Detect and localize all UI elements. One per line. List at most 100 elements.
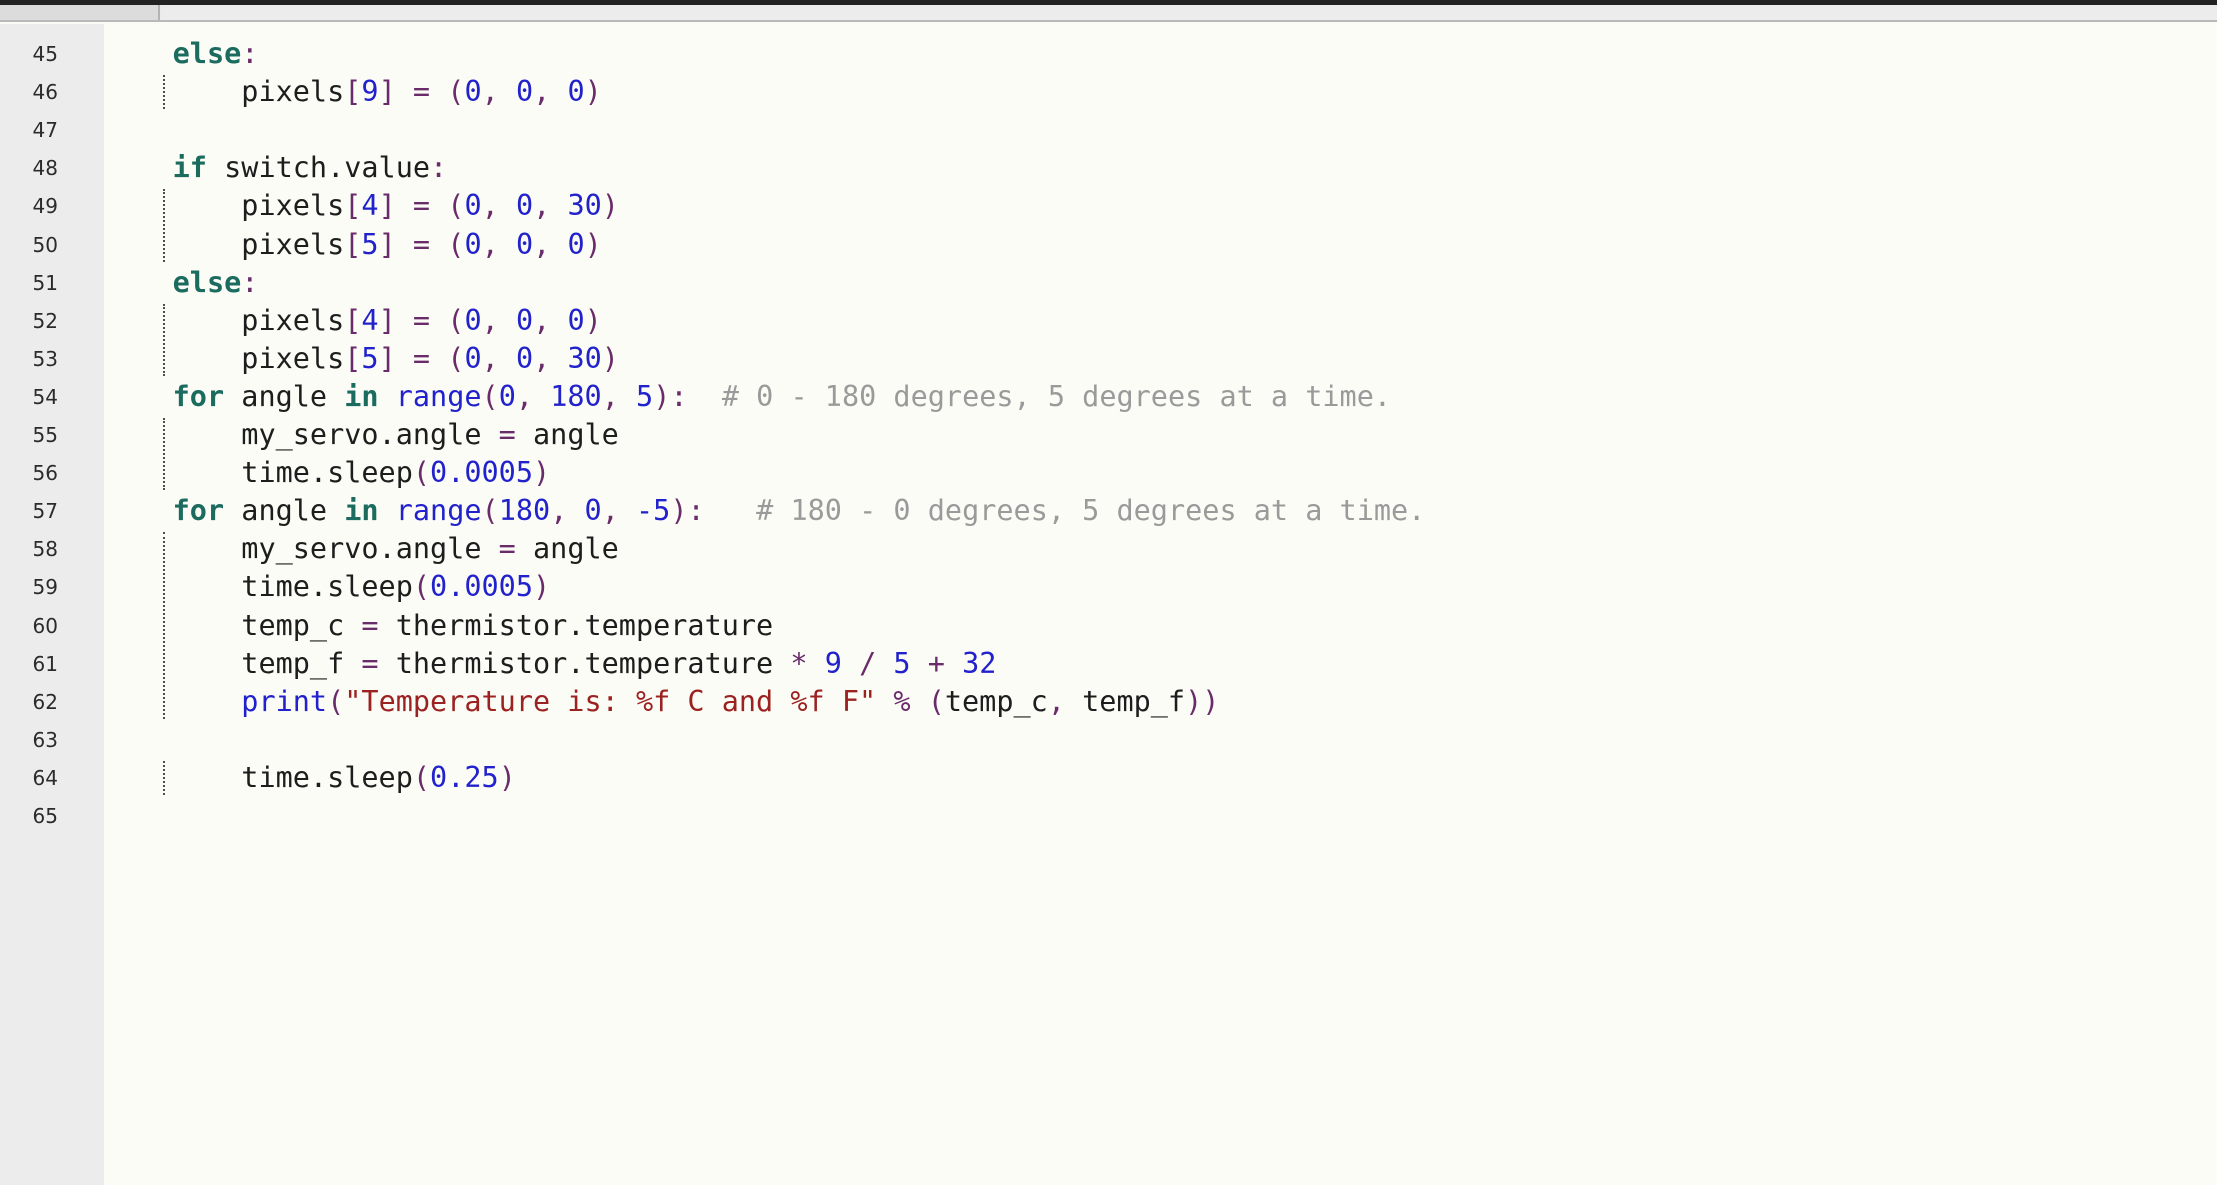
code-line[interactable]: 47 [0, 111, 2217, 149]
code-line[interactable]: 51 else: [0, 264, 2217, 302]
token-op: , [601, 494, 637, 528]
file-tab[interactable] [0, 5, 160, 20]
code-line[interactable]: 59 time.sleep(0.0005) [0, 568, 2217, 606]
token-id [430, 342, 447, 375]
code-line[interactable]: 62 print("Temperature is: %f C and %f F"… [0, 683, 2217, 721]
token-op: ) [601, 341, 619, 375]
code-line[interactable]: 46 pixels[9] = (0, 0, 0) [0, 73, 2217, 111]
token-op: ) [533, 570, 551, 604]
code-line[interactable]: 57 for angle in range(180, 0, -5): # 180… [0, 492, 2217, 530]
token-id: angle [224, 494, 345, 528]
token-num: 9 [361, 75, 379, 109]
code-line[interactable]: 52 pixels[4] = (0, 0, 0) [0, 302, 2217, 340]
code-line-text[interactable]: else: [104, 264, 259, 302]
code-line-text[interactable]: time.sleep(0.0005) [104, 454, 550, 492]
token-id [430, 189, 447, 222]
code-line[interactable]: 55 my_servo.angle = angle [0, 416, 2217, 454]
code-line-text[interactable]: temp_f = thermistor.temperature * 9 / 5 … [104, 645, 996, 683]
code-line[interactable]: 5 0 pixels[5] = (0, 0, 0) [0, 226, 2217, 264]
code-line-text[interactable]: pixels[5] = (0, 0, 30) [104, 340, 619, 378]
token-op: ( [447, 341, 465, 375]
line-number: 61 [32, 651, 58, 676]
token-num: 5 [893, 646, 911, 680]
code-line[interactable]: 53 pixels[5] = (0, 0, 30) [0, 340, 2217, 378]
code-line[interactable]: 65 [0, 797, 2217, 835]
token-op: ( [412, 760, 431, 794]
token-op: ( [447, 303, 465, 337]
token-num: 0 [515, 189, 534, 223]
code-line[interactable]: 48 if switch.value: [0, 149, 2217, 187]
token-id: temp_c [241, 608, 362, 642]
token-id: thermistor.temperature [378, 646, 791, 680]
token-id: pixels [241, 227, 345, 261]
code-line[interactable]: 63 [0, 721, 2217, 759]
editor-pane[interactable]: 45 else: 46 pixels[9] = (0, 0, 0) 47 48 if … [0, 24, 2217, 1185]
code-line-text[interactable]: for angle in range(0, 180, 5): # 0 - 180… [104, 378, 1391, 416]
token-op: , [533, 341, 568, 375]
token-op: = [498, 418, 516, 451]
token-id [396, 75, 413, 108]
token-op: , [1047, 684, 1083, 718]
token-num: 0 [515, 303, 534, 337]
token-num: 0 [515, 227, 534, 261]
code-line-text[interactable]: pixels[4] = (0, 0, 30) [104, 187, 619, 225]
token-id: temp_f [241, 646, 362, 680]
code-line-text[interactable]: time.sleep(0.25) [104, 759, 516, 797]
code-line[interactable]: 61 temp_f = thermistor.temperature * 9 /… [0, 645, 2217, 683]
token-fn: range [395, 494, 482, 528]
code-line[interactable]: 49 pixels[4] = (0, 0, 30) [0, 187, 2217, 225]
token-num: 0 [464, 227, 482, 261]
token-id [911, 685, 928, 718]
token-op: ( [481, 494, 499, 528]
code-line-text[interactable]: print("Temperature is: %f C and %f F" % … [104, 683, 1219, 721]
code-editor-window: 45 else: 46 pixels[9] = (0, 0, 0) 47 48 if … [0, 0, 2217, 1185]
code-line[interactable]: 60 temp_c = thermistor.temperature [0, 607, 2217, 645]
code-line-text[interactable]: my_servo.angle = angle [104, 530, 619, 568]
token-op: [ [344, 227, 362, 261]
token-op: + [927, 646, 945, 680]
line-number: 60 [32, 613, 58, 638]
code-line-text[interactable]: pixels[5] = (0, 0, 0) [104, 226, 602, 264]
token-num: 5 [361, 341, 379, 375]
code-line[interactable]: 56 time.sleep(0.0005) [0, 454, 2217, 492]
code-line[interactable]: 58 my_servo.angle = angle [0, 530, 2217, 568]
code-line[interactable]: 64 time.sleep(0.25) [0, 759, 2217, 797]
token-op: ( [447, 75, 465, 109]
token-id: time.sleep [241, 570, 413, 604]
token-op: , [481, 189, 516, 223]
code-line-text[interactable]: pixels[9] = (0, 0, 0) [104, 73, 602, 111]
token-kw: for [172, 379, 225, 413]
token-num: 30 [567, 341, 602, 375]
code-line-text[interactable]: time.sleep(0.0005) [104, 568, 550, 606]
code-line-text[interactable]: pixels[4] = (0, 0, 0) [104, 302, 602, 340]
token-num: 0 [498, 379, 516, 413]
indent-guide [162, 532, 165, 719]
code-line-text[interactable]: if switch.value: [104, 149, 448, 187]
token-op: : [241, 265, 259, 299]
token-num: 0 [464, 75, 482, 109]
line-number: 65 [32, 804, 58, 828]
token-num: 0 [515, 75, 534, 109]
line-number: 57 [32, 499, 58, 524]
token-num: 32 [962, 646, 997, 680]
token-num: 5 [361, 227, 379, 261]
code-line[interactable]: 54 for angle in range(0, 180, 5): # 0 - … [0, 378, 2217, 416]
code-line-text[interactable]: else: [104, 35, 259, 73]
token-op: ] [378, 189, 396, 223]
code-line-text[interactable]: my_servo.angle = angle [104, 416, 619, 454]
token-kw: in [344, 494, 379, 528]
code-line[interactable]: 45 else: [0, 35, 2217, 73]
code-line-text[interactable]: for angle in range(180, 0, -5): # 180 - … [104, 492, 1426, 530]
token-op: [ [344, 303, 362, 337]
token-id [876, 647, 893, 680]
code-line-text[interactable]: temp_c = thermistor.temperature [104, 607, 773, 645]
token-op: ] [378, 227, 396, 261]
token-op: , [481, 303, 516, 337]
token-op: , [550, 494, 585, 528]
token-op: , [533, 227, 568, 261]
